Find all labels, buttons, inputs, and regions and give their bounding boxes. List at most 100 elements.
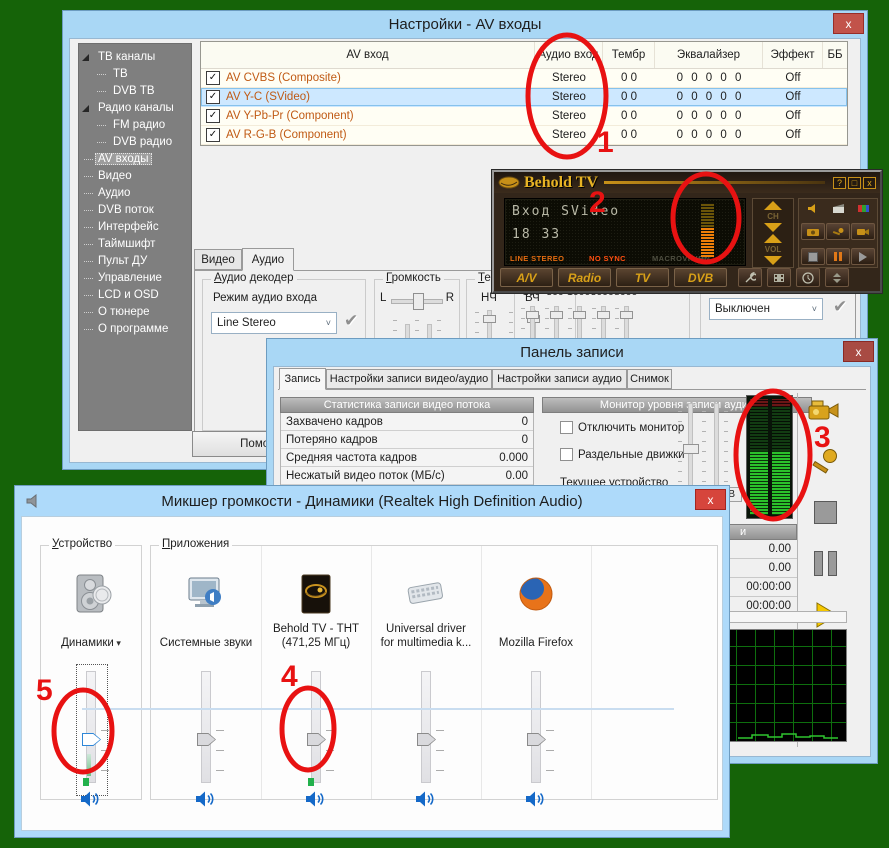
mode-button-tv[interactable]: TV [616,268,669,287]
disable-monitor-checkbox[interactable] [560,421,573,434]
mode-button-radio[interactable]: Radio [558,268,611,287]
sidebar-item[interactable]: Управление [79,270,191,287]
apply-checkmark-icon[interactable] [344,311,358,331]
mute-speaker-button[interactable] [195,790,217,808]
eq-band-thumb[interactable] [550,311,563,319]
volume-slider-handle[interactable] [417,733,436,746]
microphone-button[interactable] [826,223,850,240]
sidebar-item[interactable]: Таймшифт [79,236,191,253]
table-row[interactable]: AV Y-C (SVideo)Stereo0 00 0 0 0 0Off [201,88,847,107]
record-tab[interactable]: Запись [279,368,326,390]
monitor-slider-1-thumb[interactable] [683,444,699,454]
audio-mode-combobox[interactable]: Line Stereo [211,312,337,334]
sidebar-item[interactable]: DVB радио [79,134,191,151]
behold-minimize-button[interactable]: □ [848,177,861,189]
balance-slider-thumb[interactable] [413,293,424,310]
green-level-indicator [83,778,89,786]
record-tab[interactable]: Снимок [627,369,672,389]
volume-slider[interactable] [531,671,541,783]
stop-button[interactable] [801,248,825,265]
channel-up-icon[interactable] [764,201,782,210]
record-microphone-icon[interactable] [811,447,839,484]
channel-name[interactable]: Динамики [61,636,121,650]
sidebar-item[interactable]: FM радио [79,117,191,134]
eq-band-thumb[interactable] [573,311,586,319]
record-stop-button[interactable] [814,501,837,524]
record-video-button[interactable] [851,223,875,240]
tab-video[interactable]: Видео [194,249,242,270]
volume-slider-handle[interactable] [197,733,216,746]
sidebar-item[interactable]: Аудио [79,185,191,202]
sidebar-item[interactable]: О программе [79,321,191,338]
video-stat-row: Потеряно кадров0 [281,431,533,449]
sidebar-item[interactable]: Радио каналы [79,100,191,117]
mode-button-av[interactable]: A/V [500,268,553,287]
mute-speaker-button[interactable] [80,790,102,808]
sidebar-item[interactable]: О тюнере [79,304,191,321]
behold-titlebar[interactable]: Behold TV ?□x [494,172,880,193]
enabled-checkbox[interactable] [206,128,220,142]
updown-button[interactable] [825,268,849,287]
behold-close-button[interactable]: x [863,177,876,189]
volume-up-icon[interactable] [764,234,782,243]
sidebar-item[interactable]: DVB ТВ [79,83,191,100]
channel-down-icon[interactable] [764,223,782,232]
table-row[interactable]: AV R-G-B (Component)Stereo0 00 0 0 0 0Of… [201,126,847,145]
mute-speaker-button[interactable] [305,790,327,808]
sidebar-item[interactable]: Пульт ДУ [79,253,191,270]
volume-slider[interactable] [86,671,96,783]
record-titlebar[interactable]: Панель записи x [267,339,877,366]
av-input-name: AV Y-Pb-Pr (Component) [226,110,354,122]
sidebar-item[interactable]: AV входы [79,151,191,168]
mode-button-dvb[interactable]: DVB [674,268,727,287]
behold-help-button[interactable]: ? [833,177,846,189]
scheduler-clock-button[interactable] [796,268,820,287]
record-window-title: Панель записи [520,344,624,361]
sidebar-item[interactable]: Видео [79,168,191,185]
sound-effect-combobox[interactable]: Выключен [709,298,823,320]
volume-slider-handle[interactable] [527,733,546,746]
enabled-checkbox[interactable] [206,90,220,104]
sidebar-item[interactable]: LCD и OSD [79,287,191,304]
sidebar-item[interactable]: Интерфейс [79,219,191,236]
record-camcorder-icon[interactable] [807,397,843,430]
eq-band-thumb[interactable] [620,311,633,319]
channel-name-line2: for multimedia k... [381,636,472,650]
record-close-button[interactable]: x [843,341,874,362]
slider-handle-face [198,734,215,745]
enabled-checkbox[interactable] [206,109,220,123]
tone-low-thumb[interactable] [483,315,496,323]
separate-sliders-checkbox[interactable] [560,448,573,461]
settings-close-button[interactable]: x [833,13,864,34]
sidebar-item[interactable]: ТВ каналы [79,49,191,66]
volume-slider-handle[interactable] [307,733,326,746]
slider-tick [436,730,444,731]
sidebar-item[interactable]: DVB поток [79,202,191,219]
mixer-titlebar[interactable]: Микшер громкости - Динамики (Realtek Hig… [15,486,729,516]
settings-titlebar[interactable]: Настройки - AV входы x [63,11,867,38]
volume-slider[interactable] [311,671,321,783]
snapshot-button[interactable] [801,223,825,240]
balance-slider[interactable] [391,299,443,304]
volume-slider[interactable] [201,671,211,783]
enabled-checkbox[interactable] [206,71,220,85]
volume-slider[interactable] [421,671,431,783]
sidebar-item[interactable]: ТВ [79,66,191,83]
record-pause-button[interactable] [814,551,837,576]
eq-band-thumb[interactable] [526,311,539,319]
pause-button[interactable] [826,248,850,265]
table-row[interactable]: AV Y-Pb-Pr (Component)Stereo0 00 0 0 0 0… [201,107,847,126]
settings-wrench-button[interactable] [738,268,762,287]
mixer-close-button[interactable]: x [695,489,726,510]
tab-audio[interactable]: Аудио [242,248,294,271]
apply-checkmark-icon[interactable] [833,297,847,317]
play-button[interactable] [851,248,875,265]
record-tab[interactable]: Настройки записи аудио [492,369,627,389]
record-tab[interactable]: Настройки записи видео/аудио [326,369,492,389]
record-panel-button[interactable] [767,268,791,287]
mute-speaker-button[interactable] [415,790,437,808]
mute-speaker-button[interactable] [525,790,547,808]
eq-band-thumb[interactable] [597,311,610,319]
table-row[interactable]: AV CVBS (Composite)Stereo0 00 0 0 0 0Off [201,69,847,88]
volume-down-icon[interactable] [764,256,782,265]
